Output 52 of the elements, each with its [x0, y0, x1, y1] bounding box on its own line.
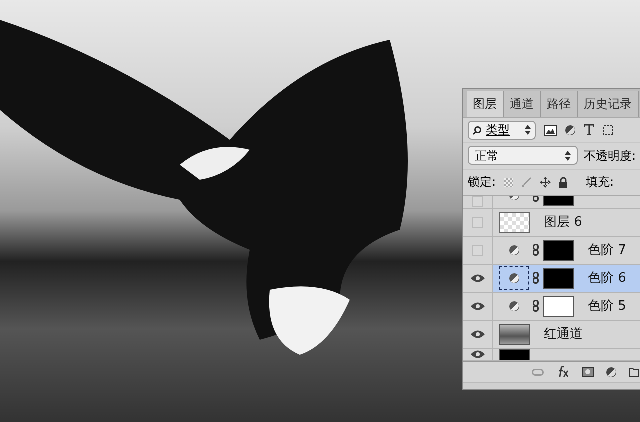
search-icon [473, 126, 482, 135]
layer-name: 色阶 5 [588, 298, 626, 316]
layer-row[interactable]: 色阶 7 [463, 236, 640, 265]
layer-row[interactable]: 图层 6 [463, 208, 640, 237]
adjustment-icon [508, 272, 520, 284]
adjustment-icon[interactable] [606, 366, 617, 378]
move-icon[interactable] [540, 176, 552, 188]
layer-row[interactable]: 红通道 [463, 320, 640, 349]
adjustment-icon [508, 300, 520, 312]
image-icon[interactable] [544, 124, 557, 136]
adjustment-icon [508, 244, 520, 256]
lock-label: 锁定: [468, 174, 496, 192]
fill-label: 填充: [586, 174, 614, 192]
visibility-checkbox[interactable] [472, 216, 483, 228]
panel-tab[interactable]: 路径 [541, 91, 578, 118]
layer-name: 红通道 [544, 326, 583, 344]
layer-thumbnail [543, 268, 574, 289]
adjustment-icon[interactable] [565, 124, 576, 136]
mask-icon[interactable] [582, 367, 594, 377]
chain-link-icon [533, 244, 539, 256]
chain-link-icon [533, 300, 539, 312]
blend-mode-dropdown[interactable]: 正常 [468, 146, 578, 166]
layer-thumbnail [543, 296, 574, 317]
visibility-checkbox[interactable] [472, 196, 483, 208]
eye-icon[interactable] [470, 274, 484, 283]
stepper-icon [525, 125, 531, 136]
layer-thumbnail [543, 240, 574, 261]
layer-name: 图层 6 [544, 214, 582, 232]
panel-tab[interactable]: 图层 [467, 91, 504, 118]
layer-row[interactable] [463, 348, 640, 361]
layer-name: 色阶 6 [588, 270, 626, 288]
layer-row[interactable]: 色阶 5 [463, 292, 640, 321]
chain-link-icon [533, 272, 539, 284]
layer-row[interactable]: 色阶 6 [463, 264, 640, 293]
eye-icon[interactable] [470, 330, 484, 339]
type-icon[interactable] [584, 124, 595, 136]
visibility-checkbox[interactable] [472, 244, 483, 256]
panel-tab[interactable]: 通道 [504, 91, 541, 118]
layer-row[interactable] [463, 196, 640, 209]
layer-thumbnail [499, 212, 530, 233]
filter-dropdown[interactable]: 类型 [468, 120, 536, 140]
lock-icon[interactable] [559, 176, 568, 188]
eye-icon[interactable] [470, 350, 484, 359]
layer-name: 色阶 7 [588, 242, 626, 260]
eye-icon[interactable] [470, 302, 484, 311]
panel-tab[interactable]: 历史记录 [578, 91, 639, 118]
opacity-label: 不透明度: [584, 148, 636, 165]
stepper-icon [564, 150, 571, 161]
fx-icon[interactable] [556, 366, 570, 378]
shape-icon[interactable] [603, 124, 613, 136]
layer-thumbnail [499, 324, 530, 345]
folder-icon[interactable] [629, 367, 639, 377]
